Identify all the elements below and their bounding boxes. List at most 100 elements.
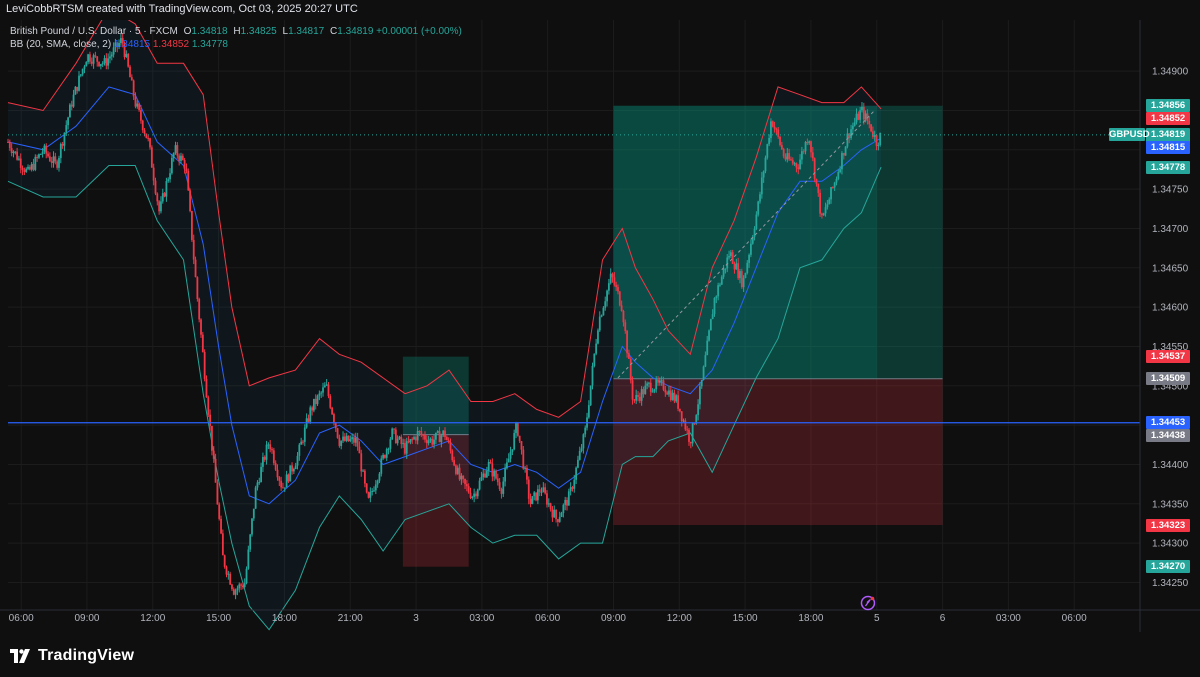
candle-body	[484, 473, 486, 478]
candle-body	[633, 399, 636, 401]
candle-body	[427, 440, 430, 444]
candle-body	[209, 414, 212, 426]
candle-body	[678, 408, 681, 412]
candle-body	[547, 503, 550, 505]
candle-body	[83, 66, 86, 69]
candle-body	[629, 358, 632, 381]
price-label: 1.34819	[1146, 128, 1190, 142]
candle-body	[657, 379, 659, 383]
price-label: 1.34453	[1146, 416, 1190, 430]
time-tick-label: 12:00	[140, 613, 165, 624]
candle-body	[160, 201, 162, 212]
candle-body	[447, 440, 450, 443]
candle-body	[569, 487, 572, 492]
candle-body	[646, 383, 649, 386]
candle-body	[416, 431, 419, 441]
candle-body	[172, 152, 175, 158]
candle-body	[755, 214, 758, 229]
candle-body	[425, 439, 428, 444]
candle-body	[140, 109, 142, 121]
price-label: 1.34856	[1146, 99, 1190, 113]
price-tick-label: 1.34400	[1152, 460, 1189, 471]
candle-body	[637, 395, 639, 397]
candle-body	[28, 166, 31, 170]
candle-body	[169, 173, 171, 180]
candle-body	[482, 473, 485, 478]
tradingview-logo[interactable]: TradingView	[10, 647, 134, 665]
candle-body	[322, 387, 324, 393]
candle-body	[872, 131, 874, 137]
candle-body	[760, 177, 763, 195]
candle-body	[469, 492, 472, 498]
candle-body	[194, 259, 197, 278]
time-tick-label: 15:00	[206, 613, 231, 624]
candle-body	[456, 467, 459, 474]
candle-body	[7, 141, 9, 143]
price-label: 1.34815	[1146, 141, 1190, 155]
candle-body	[249, 534, 252, 550]
candle-body	[822, 213, 825, 216]
candle-body	[43, 145, 46, 152]
candle-body	[362, 470, 364, 472]
candle-body	[41, 151, 44, 154]
candle-body	[30, 163, 33, 170]
candle-body	[396, 438, 399, 444]
candle-body	[622, 310, 625, 323]
candle-body	[520, 441, 523, 450]
candle-body	[267, 444, 270, 446]
candle-body	[507, 458, 510, 463]
high-label: H	[233, 26, 241, 37]
candle-body	[604, 301, 607, 308]
candle-body	[464, 478, 466, 485]
replay-marker[interactable]	[860, 595, 876, 611]
candle-body	[225, 566, 228, 575]
candle-body	[161, 193, 164, 202]
candle-body	[291, 465, 293, 472]
candle-body	[387, 448, 390, 450]
candle-body	[150, 147, 153, 168]
candle-body	[699, 386, 701, 405]
candle-body	[651, 391, 654, 393]
candle-body	[786, 153, 789, 160]
candle-body	[196, 277, 199, 300]
candle-body	[826, 204, 829, 208]
candle-body	[27, 166, 29, 169]
candle-body	[546, 493, 548, 505]
candle-body	[735, 263, 738, 270]
candle-body	[21, 167, 24, 170]
candle-body	[438, 431, 441, 443]
candle-body	[81, 68, 84, 75]
price-chart[interactable]: 1.342501.343001.343501.344001.344501.345…	[0, 20, 1200, 632]
candle-body	[620, 305, 623, 311]
candle-body	[775, 128, 778, 130]
candle-body	[325, 384, 328, 386]
candle-body	[811, 152, 814, 159]
time-tick-label: 18:00	[798, 613, 823, 624]
candle-body	[23, 169, 26, 172]
candle-body	[613, 277, 616, 285]
candle-body	[393, 428, 395, 430]
time-tick-label: 12:00	[667, 613, 692, 624]
candle-body	[500, 489, 503, 494]
candle-body	[440, 435, 443, 443]
candle-body	[558, 516, 561, 522]
candle-body	[635, 395, 638, 401]
candle-body	[276, 469, 279, 478]
candle-body	[374, 484, 377, 491]
candle-body	[289, 465, 292, 482]
symbol-tag: GBPUSD	[1109, 128, 1150, 142]
candle-body	[252, 508, 255, 519]
chart-area[interactable]: 1.342501.343001.343501.344001.344501.345…	[0, 20, 1200, 632]
candle-body	[245, 568, 248, 584]
candle-body	[549, 503, 552, 510]
candle-body	[762, 171, 765, 178]
candle-body	[12, 151, 15, 154]
candle-body	[782, 149, 785, 157]
candle-body	[72, 94, 75, 107]
candle-body	[835, 178, 838, 183]
candle-body	[138, 103, 141, 110]
candle-body	[526, 467, 528, 480]
candle-body	[183, 159, 186, 169]
candle-body	[746, 262, 749, 274]
candle-body	[671, 392, 674, 400]
